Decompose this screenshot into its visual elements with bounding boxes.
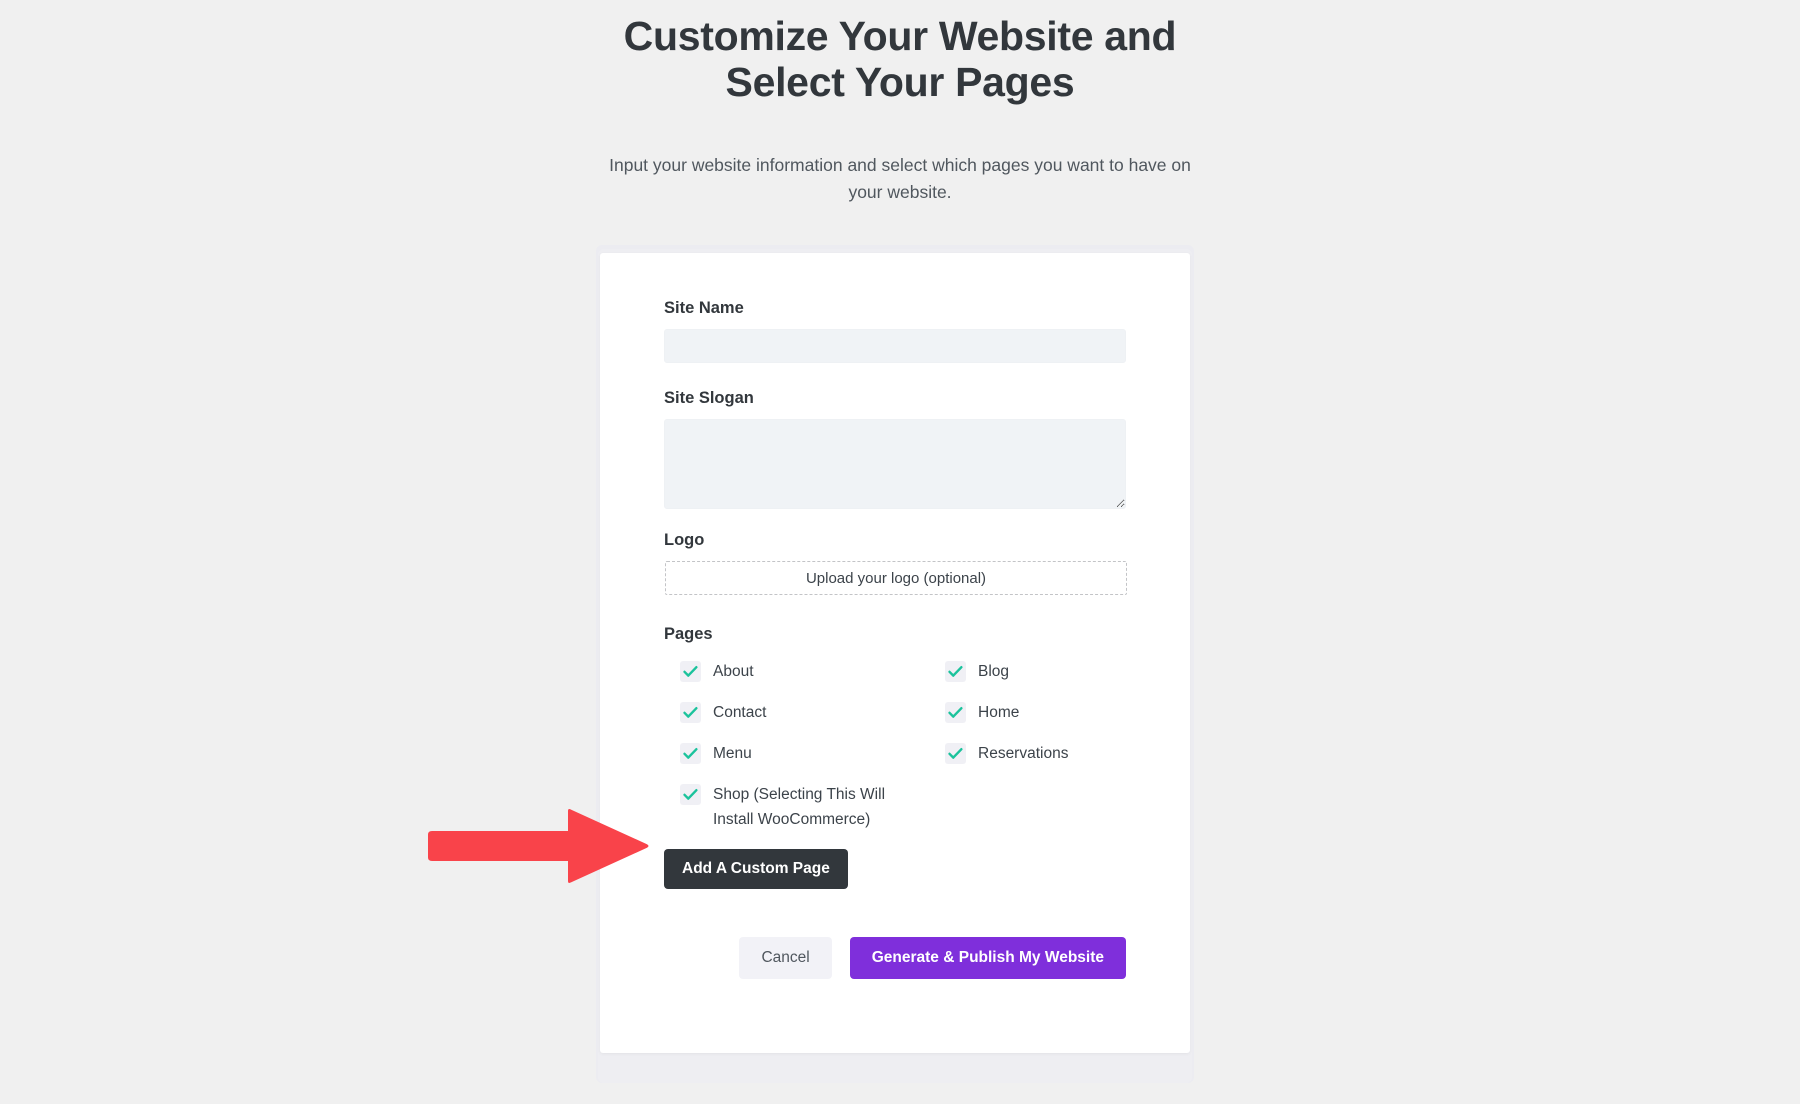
- page-label: Contact: [713, 704, 767, 721]
- checkmark-icon[interactable]: [680, 784, 701, 805]
- checkmark-icon[interactable]: [680, 702, 701, 723]
- page-checkbox-blog[interactable]: Blog: [945, 660, 1126, 701]
- page-label: Blog: [978, 663, 1010, 680]
- page-title: Customize Your Website and Select Your P…: [623, 13, 1177, 105]
- site-name-label: Site Name: [664, 299, 744, 317]
- customize-form-card: Site Name Site Slogan Logo Upload your l…: [600, 253, 1190, 1053]
- checkmark-icon[interactable]: [680, 661, 701, 682]
- cancel-button[interactable]: Cancel: [739, 936, 832, 979]
- page-label: About: [713, 663, 754, 680]
- site-slogan-field: Site Slogan: [664, 389, 1126, 509]
- page-subtitle: Input your website information and selec…: [609, 154, 1191, 202]
- page-label: Shop (Selecting This Will Install WooCom…: [713, 786, 886, 828]
- checkmark-icon[interactable]: [945, 661, 966, 682]
- generate-publish-button[interactable]: Generate & Publish My Website: [849, 936, 1126, 979]
- checkmark-icon[interactable]: [945, 743, 966, 764]
- logo-field: Logo Upload your logo (optional): [664, 531, 1127, 595]
- pages-label: Pages: [664, 625, 713, 643]
- checkmark-icon[interactable]: [680, 743, 701, 764]
- page-checkbox-shop[interactable]: Shop (Selecting This Will Install WooCom…: [680, 783, 945, 833]
- page-checkbox-menu[interactable]: Menu: [680, 742, 945, 783]
- page-label: Home: [978, 704, 1020, 721]
- page-header: Customize Your Website and Select Your P…: [0, 0, 1800, 206]
- checkmark-icon[interactable]: [945, 702, 966, 723]
- customize-card-wrapper: Site Name Site Slogan Logo Upload your l…: [596, 245, 1194, 1083]
- add-custom-page-row: Add A Custom Page: [664, 848, 1126, 889]
- add-custom-page-button[interactable]: Add A Custom Page: [664, 848, 848, 889]
- page-label: Menu: [713, 745, 752, 762]
- logo-upload-dropzone[interactable]: Upload your logo (optional): [665, 561, 1127, 595]
- page-checkbox-about[interactable]: About: [680, 660, 945, 701]
- form-actions: Cancel Generate & Publish My Website: [664, 936, 1126, 979]
- page-checkbox-contact[interactable]: Contact: [680, 701, 945, 742]
- pages-checkbox-grid: About Blog Contact Home Menu Reservation…: [664, 660, 1126, 833]
- site-slogan-textarea[interactable]: [664, 419, 1126, 509]
- page-label: Reservations: [978, 745, 1069, 762]
- site-name-field: Site Name: [664, 299, 1126, 363]
- site-slogan-label: Site Slogan: [664, 389, 754, 407]
- pages-field: Pages About Blog Contact Home Menu Reser…: [664, 625, 1126, 833]
- page-checkbox-reservations[interactable]: Reservations: [945, 742, 1126, 783]
- logo-label: Logo: [664, 531, 705, 549]
- page-checkbox-home[interactable]: Home: [945, 701, 1126, 742]
- logo-upload-text: Upload your logo (optional): [805, 569, 987, 587]
- site-name-input[interactable]: [664, 329, 1126, 363]
